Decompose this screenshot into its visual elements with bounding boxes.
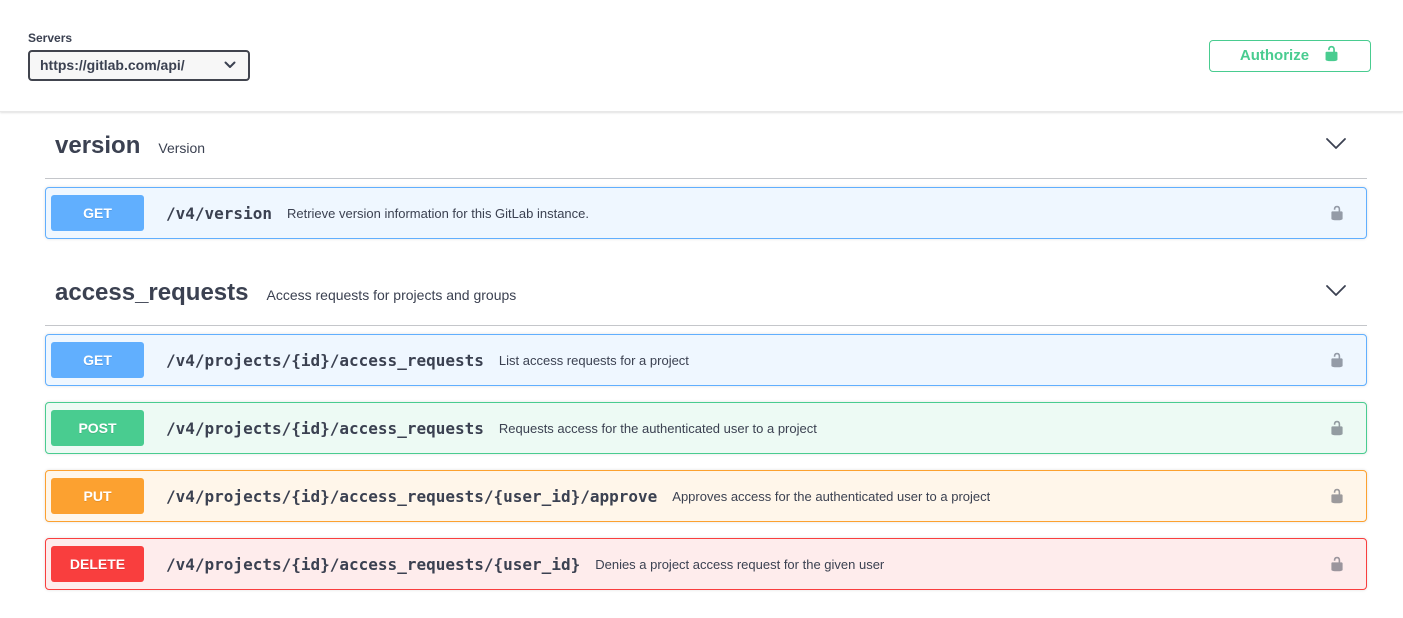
operation-path: /v4/projects/{id}/access_requests/{user_… — [166, 487, 657, 506]
operation-row[interactable]: POST /v4/projects/{id}/access_requests R… — [45, 402, 1367, 454]
scheme-container: Servers https://gitlab.com/api/ Authoriz… — [0, 0, 1403, 112]
api-operations-list: version Version GET /v4/version Retrieve… — [0, 112, 1403, 590]
servers-label: Servers — [28, 31, 250, 45]
operation-path: /v4/version — [166, 204, 272, 223]
tag-name: version — [55, 132, 140, 160]
chevron-down-icon[interactable] — [1325, 284, 1347, 302]
tag-header-version[interactable]: version Version — [45, 132, 1367, 179]
authorize-button[interactable]: Authorize — [1209, 40, 1371, 72]
unlock-icon — [1323, 45, 1340, 66]
operation-path: /v4/projects/{id}/access_requests — [166, 419, 484, 438]
servers-selected-value: https://gitlab.com/api/ — [40, 57, 185, 73]
unlock-icon[interactable] — [1329, 419, 1345, 437]
operation-row[interactable]: GET /v4/version Retrieve version informa… — [45, 187, 1367, 239]
unlock-icon[interactable] — [1329, 204, 1345, 222]
method-badge: GET — [51, 342, 144, 378]
authorize-label: Authorize — [1240, 47, 1309, 64]
method-badge: DELETE — [51, 546, 144, 582]
operation-row[interactable]: PUT /v4/projects/{id}/access_requests/{u… — [45, 470, 1367, 522]
operation-summary: Retrieve version information for this Gi… — [287, 206, 589, 221]
operation-path: /v4/projects/{id}/access_requests — [166, 351, 484, 370]
tag-description: Access requests for projects and groups — [266, 287, 516, 303]
unlock-icon[interactable] — [1329, 351, 1345, 369]
tag-header-access-requests[interactable]: access_requests Access requests for proj… — [45, 255, 1367, 326]
method-badge: GET — [51, 195, 144, 231]
operation-summary: List access requests for a project — [499, 353, 689, 368]
operation-summary: Requests access for the authenticated us… — [499, 421, 817, 436]
servers-block: Servers https://gitlab.com/api/ — [28, 31, 250, 81]
servers-select[interactable]: https://gitlab.com/api/ — [28, 50, 250, 81]
operation-row[interactable]: DELETE /v4/projects/{id}/access_requests… — [45, 538, 1367, 590]
operation-row[interactable]: GET /v4/projects/{id}/access_requests Li… — [45, 334, 1367, 386]
unlock-icon[interactable] — [1329, 555, 1345, 573]
tag-description: Version — [158, 140, 205, 156]
operation-summary: Denies a project access request for the … — [595, 557, 884, 572]
tag-titles: access_requests Access requests for proj… — [55, 279, 516, 307]
method-badge: PUT — [51, 478, 144, 514]
operation-summary: Approves access for the authenticated us… — [672, 489, 990, 504]
unlock-icon[interactable] — [1329, 487, 1345, 505]
chevron-down-icon — [224, 61, 236, 69]
operation-path: /v4/projects/{id}/access_requests/{user_… — [166, 555, 580, 574]
tag-name: access_requests — [55, 279, 248, 307]
method-badge: POST — [51, 410, 144, 446]
chevron-down-icon[interactable] — [1325, 137, 1347, 155]
tag-titles: version Version — [55, 132, 205, 160]
